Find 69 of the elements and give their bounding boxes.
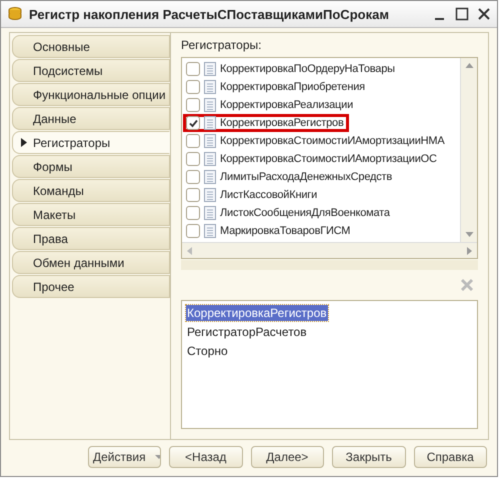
caret-icon (154, 454, 160, 460)
sidebar-tab[interactable]: Данные (12, 107, 170, 130)
tab-label: Функциональные опции (33, 88, 166, 102)
sidebar-tab[interactable]: Прочее (12, 275, 170, 298)
tab-label: Права (33, 232, 68, 246)
sidebar-tab[interactable]: Функциональные опции (12, 83, 170, 106)
document-icon (204, 224, 216, 238)
tab-label: Команды (33, 184, 84, 198)
list-item[interactable]: КорректировкаРегистров (186, 304, 328, 320)
registrator-name[interactable]: КорректировкаСтоимостиИАмортизацииОС (220, 153, 437, 165)
checkbox[interactable] (186, 170, 200, 184)
horizontal-scrollbar[interactable] (182, 242, 477, 258)
tab-label: Подсистемы (33, 64, 103, 78)
tab-label: Формы (33, 160, 72, 174)
sidebar-tab[interactable]: Права (12, 227, 170, 250)
sidebar-tab[interactable]: Команды (12, 179, 170, 202)
checkbox[interactable] (186, 80, 200, 94)
document-icon (204, 206, 216, 220)
registrator-name[interactable]: ЛистКассовойКниги (220, 189, 318, 201)
document-icon (204, 134, 216, 148)
registrator-name[interactable]: КорректировкаСтоимостиИАмортизацииНМА (220, 135, 445, 147)
registrator-name[interactable]: КорректировкаПоОрдеруНаТовары (220, 63, 395, 75)
close-icon[interactable] (477, 7, 491, 21)
sidebar-tab[interactable]: Основные (12, 35, 170, 58)
tab-label: Основные (33, 40, 90, 54)
registrator-name[interactable]: ЛимитыРасходаДенежныхСредств (220, 171, 392, 183)
pointer-icon (21, 138, 27, 147)
registrators-label: Регистраторы: (181, 38, 262, 52)
tab-label: Обмен данными (33, 256, 124, 270)
tab-label: Макеты (33, 208, 76, 222)
actions-button[interactable]: Действия (88, 446, 161, 468)
checkbox[interactable] (186, 134, 200, 148)
checkbox[interactable] (186, 152, 200, 166)
document-icon (204, 116, 216, 130)
dialog-button[interactable]: Закрыть (332, 446, 406, 468)
document-icon (204, 152, 216, 166)
tab-label: Данные (33, 112, 76, 126)
registrator-name[interactable]: КорректировкаРеализации (220, 99, 354, 111)
sidebar-tab[interactable]: Регистраторы (12, 131, 170, 154)
registrator-name[interactable]: КорректировкаПриобретения (220, 81, 365, 93)
document-icon (204, 80, 216, 94)
maximize-icon[interactable] (455, 7, 469, 21)
checkbox[interactable] (186, 224, 200, 238)
tab-label: Регистраторы (33, 136, 110, 150)
checkbox[interactable] (186, 62, 200, 76)
dialog-button[interactable]: <Назад (169, 446, 242, 468)
window-title: Регистр накопления РасчетыСПоставщикамиПоСрокам (29, 6, 390, 22)
registrator-name[interactable]: ЛистокСообщенияДляВоенкомата (220, 207, 390, 219)
sidebar-tab[interactable]: Формы (12, 155, 170, 178)
sidebar-tab[interactable]: Подсистемы (12, 59, 170, 82)
registrator-name[interactable]: МаркировкаТоваровГИСМ (220, 225, 350, 237)
dialog-button[interactable]: Далее> (250, 446, 324, 468)
checkbox[interactable] (186, 206, 200, 220)
list-item[interactable]: Сторно (186, 342, 229, 358)
sidebar-tab[interactable]: Обмен данными (12, 251, 170, 274)
document-icon (204, 188, 216, 202)
checkbox[interactable] (186, 188, 200, 202)
list-item[interactable]: РегистраторРасчетов (186, 324, 308, 340)
coins-icon (7, 6, 23, 22)
sidebar-tab[interactable]: Макеты (12, 203, 170, 226)
delete-icon[interactable] (460, 278, 474, 292)
tab-label: Прочее (33, 280, 74, 294)
dialog-button[interactable]: Справка (414, 446, 487, 468)
document-icon (204, 62, 216, 76)
document-icon (204, 98, 216, 112)
document-icon (204, 170, 216, 184)
checkbox[interactable] (186, 98, 200, 112)
checkbox[interactable] (186, 116, 200, 130)
vertical-scrollbar[interactable] (460, 58, 477, 242)
